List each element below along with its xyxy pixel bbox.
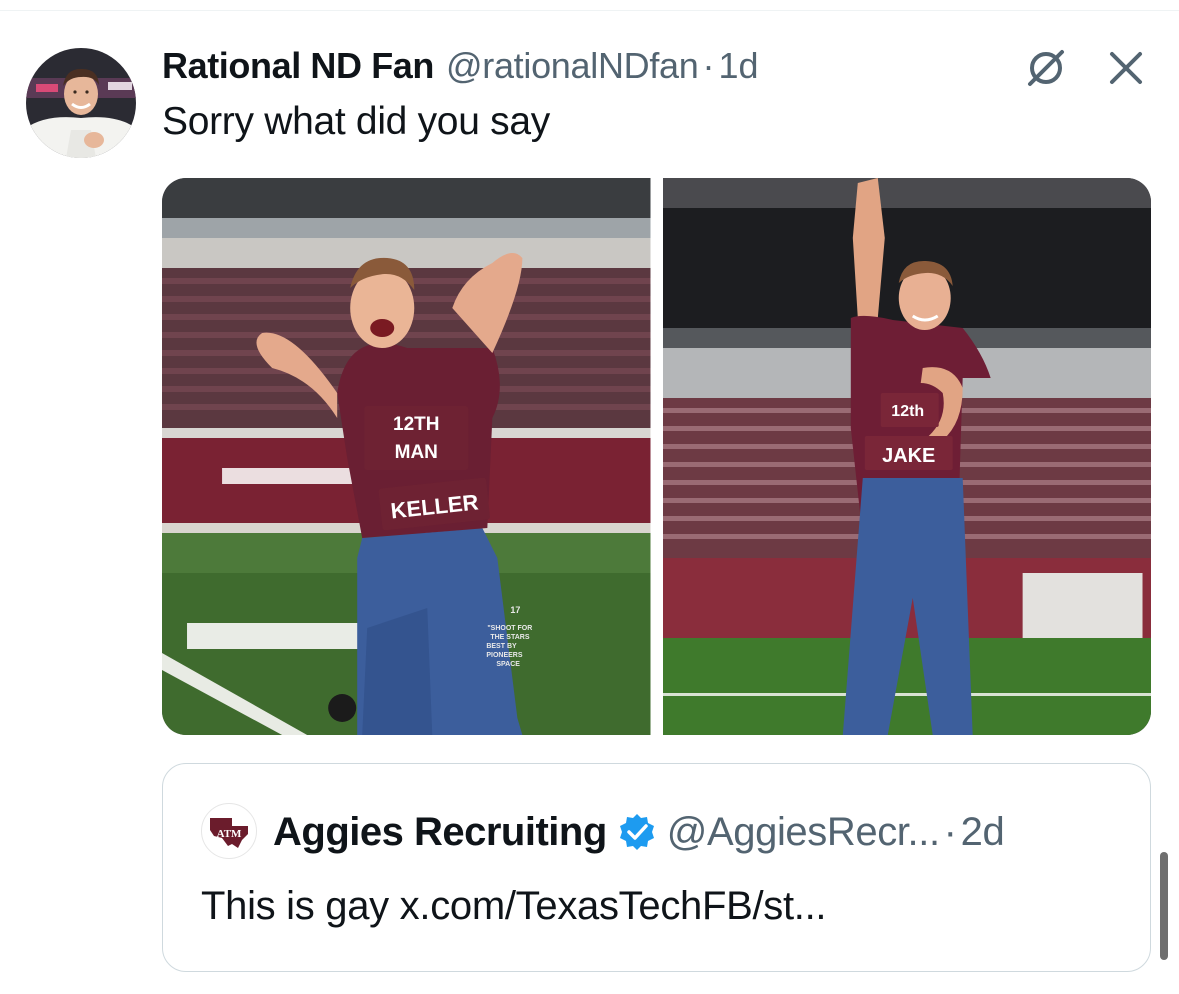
overall-label-line2: MAN — [395, 442, 438, 463]
small-print-3: THE STARS — [490, 634, 530, 641]
verified-badge-icon — [617, 812, 657, 852]
media-photo-1[interactable]: 12TH MAN KELLER 17 "SHOOT FOR THE STARS … — [162, 178, 651, 735]
overall-label-line1: 12TH — [393, 414, 439, 435]
post-media-grid: 12TH MAN KELLER 17 "SHOOT FOR THE STARS … — [162, 178, 1151, 735]
post-text: Sorry what did you say — [162, 100, 550, 143]
quote-header: Aggies Recruiting @AggiesRecr... · 2d — [273, 804, 1005, 860]
small-print-1: 17 — [510, 605, 520, 615]
small-print-2: "SHOOT FOR — [487, 625, 532, 632]
small-print-4: BEST BY — [486, 643, 517, 650]
small-print-5: PIONEERS — [486, 652, 523, 659]
author-handle[interactable]: @rationalNDfan — [446, 45, 699, 87]
post-timestamp[interactable]: 1d — [719, 45, 759, 87]
author-avatar[interactable] — [26, 48, 136, 158]
quoted-post[interactable]: ATM Aggies Recruiting @AggiesRecr... · 2… — [162, 763, 1151, 972]
scrollbar-thumb[interactable] — [1160, 852, 1168, 960]
quote-separator-dot: · — [943, 809, 957, 854]
top-divider — [0, 10, 1179, 11]
quote-handle[interactable]: @AggiesRecr... — [667, 810, 940, 855]
author-display-name[interactable]: Rational ND Fan — [162, 45, 434, 87]
name-patch-2: JAKE — [882, 445, 935, 467]
media-photo-2[interactable]: 12th JAKE — [662, 178, 1151, 735]
quote-timestamp[interactable]: 2d — [961, 810, 1005, 855]
quote-display-name[interactable]: Aggies Recruiting — [273, 810, 607, 855]
quote-author-logo[interactable]: ATM — [201, 803, 257, 859]
small-print-6: SPACE — [496, 661, 520, 668]
overall-label-line1-2: 12th — [891, 403, 924, 420]
separator-dot: · — [702, 45, 715, 86]
grok-icon[interactable] — [1023, 45, 1069, 91]
post-header: Rational ND Fan @rationalNDfan · 1d — [162, 44, 759, 88]
logo-text: ATM — [217, 828, 242, 840]
quote-text: This is gay x.com/TexasTechFB/st... — [201, 884, 827, 928]
close-icon[interactable] — [1103, 45, 1149, 91]
header-actions — [1023, 44, 1149, 92]
